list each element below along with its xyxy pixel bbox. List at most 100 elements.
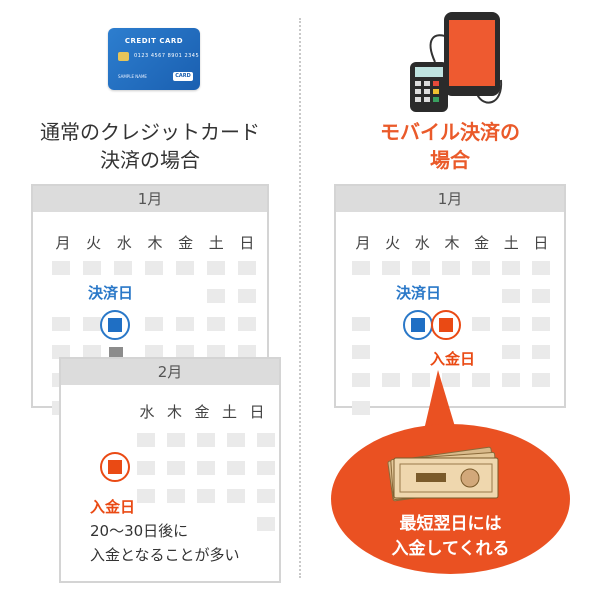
day-cell	[257, 517, 275, 531]
day-cell	[83, 317, 101, 331]
day-cell	[532, 345, 550, 359]
day-cell	[352, 317, 370, 331]
day-cell	[352, 373, 370, 387]
day-cell	[176, 317, 194, 331]
left-cal2-month: 2月	[61, 359, 279, 385]
weekday-wed: 水	[139, 403, 155, 421]
weekday-tue: 火	[86, 234, 102, 252]
center-divider	[299, 18, 301, 578]
deposit-day-square	[108, 460, 122, 474]
day-cell	[227, 461, 245, 475]
bubble-text: 最短翌日には 入金してくれる	[331, 512, 570, 562]
left-note-line1: 20〜30日後に	[90, 522, 189, 540]
weekday-sun: 日	[239, 234, 255, 252]
left-cal1-month: 1月	[33, 186, 267, 212]
card-title: CREDIT CARD	[124, 37, 184, 45]
day-cell	[167, 433, 185, 447]
day-cell	[532, 317, 550, 331]
weekday-thu: 木	[147, 234, 163, 252]
right-payment-label: 決済日	[396, 284, 442, 302]
weekday-sun: 日	[533, 234, 549, 252]
day-cell	[352, 401, 370, 415]
day-cell	[137, 433, 155, 447]
day-cell	[176, 261, 194, 275]
day-cell	[207, 289, 225, 303]
left-cal2-weekdays: 水 木 金 土 日	[134, 401, 270, 422]
bubble-line2: 入金してくれる	[391, 539, 510, 559]
weekday-tue: 火	[385, 234, 401, 252]
day-cell	[197, 489, 215, 503]
day-cell	[502, 373, 520, 387]
bubble-line1: 最短翌日には	[399, 514, 502, 534]
mobile-payment-terminal-icon	[410, 12, 503, 112]
left-note: 20〜30日後に 入金となることが多い	[90, 519, 240, 567]
day-cell	[197, 433, 215, 447]
day-cell	[352, 261, 370, 275]
day-cell	[137, 489, 155, 503]
day-cell	[83, 261, 101, 275]
card-label: CARD	[173, 72, 193, 81]
weekday-fri: 金	[194, 403, 210, 421]
day-cell	[472, 261, 490, 275]
left-cal1-weekdays: 月 火 水 木 金 土 日	[50, 232, 260, 253]
day-cell	[257, 489, 275, 503]
day-cell	[137, 461, 155, 475]
day-cell	[238, 289, 256, 303]
day-cell	[227, 489, 245, 503]
payment-day-square	[108, 318, 122, 332]
day-cell	[502, 289, 520, 303]
payment-day-square	[411, 318, 425, 332]
day-cell	[145, 317, 163, 331]
day-cell	[52, 261, 70, 275]
weekday-wed: 水	[414, 234, 430, 252]
day-cell	[207, 317, 225, 331]
weekday-sat: 土	[503, 234, 519, 252]
day-cell	[382, 373, 400, 387]
credit-card-icon: CREDIT CARD 0123 4567 8901 2345 SAMPLE N…	[108, 28, 200, 90]
day-cell	[502, 261, 520, 275]
left-payment-label: 決済日	[88, 284, 134, 302]
weekday-mon: 月	[55, 234, 71, 252]
day-cell	[197, 461, 215, 475]
day-cell	[442, 261, 460, 275]
day-cell	[502, 345, 520, 359]
left-note-line2: 入金となることが多い	[90, 546, 240, 564]
right-cal-weekdays: 月 火 水 木 金 土 日	[350, 232, 554, 253]
weekday-wed: 水	[116, 234, 132, 252]
left-heading: 通常のクレジットカード 決済の場合	[0, 118, 300, 174]
day-cell	[532, 261, 550, 275]
weekday-mon: 月	[355, 234, 371, 252]
day-cell	[114, 261, 132, 275]
day-cell	[532, 289, 550, 303]
card-holder: SAMPLE NAME	[118, 74, 147, 79]
weekday-fri: 金	[178, 234, 194, 252]
day-cell	[227, 433, 245, 447]
day-cell	[472, 317, 490, 331]
weekday-thu: 木	[444, 234, 460, 252]
day-cell	[167, 489, 185, 503]
card-chip-icon	[118, 52, 129, 61]
left-heading-line1: 通常のクレジットカード	[40, 120, 260, 144]
day-cell	[207, 261, 225, 275]
day-cell	[238, 261, 256, 275]
day-cell	[52, 317, 70, 331]
right-heading-line2: 場合	[430, 148, 470, 172]
day-cell	[532, 373, 550, 387]
right-heading-line1: モバイル決済の	[380, 120, 520, 144]
weekday-sat: 土	[208, 234, 224, 252]
left-heading-line2: 決済の場合	[100, 148, 200, 172]
day-cell	[257, 433, 275, 447]
right-cal-month: 1月	[336, 186, 564, 212]
day-cell	[352, 345, 370, 359]
card-number: 0123 4567 8901 2345	[134, 53, 200, 59]
right-deposit-label: 入金日	[430, 350, 476, 368]
day-cell	[145, 261, 163, 275]
weekday-sun: 日	[249, 403, 265, 421]
day-cell	[502, 317, 520, 331]
weekday-sat: 土	[221, 403, 237, 421]
weekday-thu: 木	[166, 403, 182, 421]
day-cell	[382, 261, 400, 275]
deposit-day-square	[439, 318, 453, 332]
day-cell	[412, 261, 430, 275]
left-deposit-label: 入金日	[90, 498, 136, 516]
